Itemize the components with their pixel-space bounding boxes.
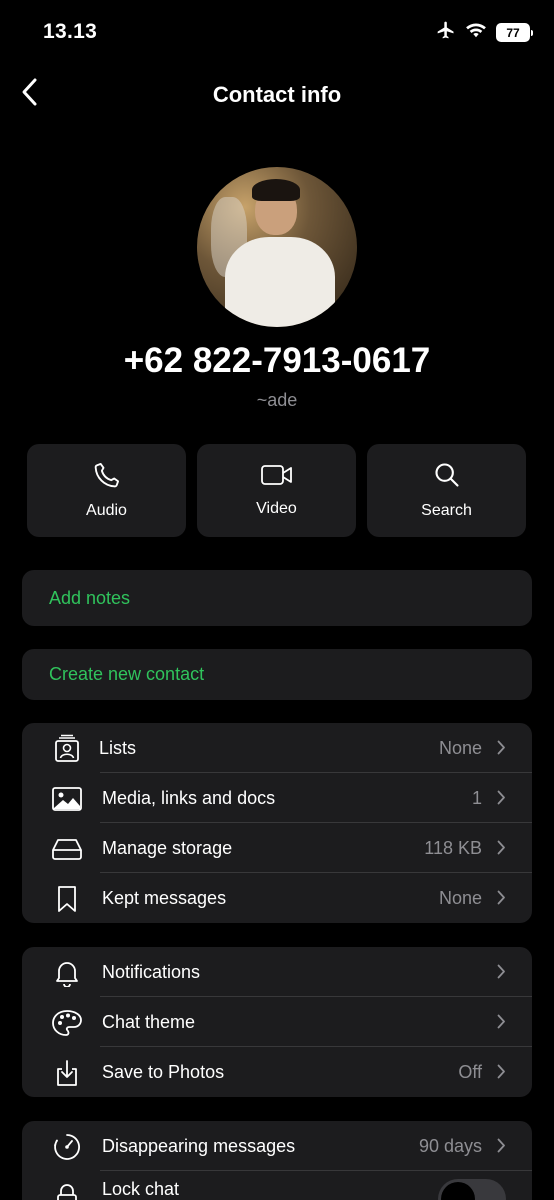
- disappearing-messages-label: Disappearing messages: [102, 1135, 296, 1156]
- media-value: 1: [471, 787, 482, 808]
- chat-theme-row[interactable]: Chat theme: [22, 997, 532, 1047]
- notifications-row[interactable]: Notifications: [22, 947, 532, 997]
- settings-group: Notifications Chat theme Save to Photos …: [22, 947, 532, 1097]
- battery-indicator: 77: [496, 23, 533, 42]
- storage-icon: [50, 835, 84, 863]
- video-call-button[interactable]: Video: [197, 444, 356, 537]
- chevron-right-icon: [497, 890, 506, 910]
- lists-value: None: [438, 737, 482, 758]
- status-bar: 13.13 77: [0, 0, 554, 64]
- status-icons: 77: [436, 20, 533, 45]
- chevron-right-icon: [497, 1014, 506, 1034]
- create-contact-card[interactable]: Create new contact: [22, 649, 532, 700]
- storage-value: 118 KB: [424, 837, 482, 858]
- search-icon: [433, 461, 461, 494]
- notifications-label: Notifications: [102, 961, 201, 982]
- chevron-right-icon: [497, 964, 506, 984]
- lock-icon: [50, 1183, 84, 1200]
- media-row[interactable]: Media, links and docs 1: [22, 773, 532, 823]
- airplane-icon: [436, 20, 456, 45]
- search-label: Search: [421, 502, 472, 519]
- kept-messages-row[interactable]: Kept messages None: [22, 873, 532, 923]
- video-icon: [260, 463, 294, 492]
- avatar[interactable]: [197, 167, 357, 327]
- lock-chat-toggle[interactable]: [438, 1179, 506, 1200]
- contact-phone: +62 822-7913-0617: [123, 341, 431, 380]
- status-time: 13.13: [43, 20, 98, 43]
- action-buttons: Audio Video Search: [27, 444, 526, 537]
- contact-username: ~ade: [256, 390, 298, 410]
- wifi-icon: [465, 21, 487, 44]
- palette-icon: [50, 1009, 84, 1037]
- lock-chat-row[interactable]: Lock chat: [22, 1171, 532, 1200]
- lists-row[interactable]: Lists None: [22, 723, 532, 773]
- storage-label: Manage storage: [102, 837, 233, 858]
- disappearing-messages-value: 90 days: [418, 1135, 482, 1156]
- chevron-right-icon: [497, 790, 506, 810]
- add-notes-card[interactable]: Add notes: [22, 570, 532, 626]
- video-label: Video: [256, 500, 297, 517]
- kept-messages-value: None: [438, 887, 482, 908]
- info-group: Lists None Media, links and docs 1 Manag…: [22, 723, 532, 923]
- page-title: Contact info: [212, 82, 342, 107]
- audio-label: Audio: [86, 502, 127, 519]
- save-to-photos-label: Save to Photos: [102, 1061, 225, 1082]
- disappearing-messages-row[interactable]: Disappearing messages 90 days: [22, 1121, 532, 1171]
- lists-label: Lists: [99, 737, 137, 758]
- phone-icon: [93, 461, 121, 494]
- audio-call-button[interactable]: Audio: [27, 444, 186, 537]
- bookmark-icon: [50, 885, 84, 913]
- chevron-right-icon: [497, 1064, 506, 1084]
- nav-bar: Contact info: [0, 70, 554, 118]
- storage-row[interactable]: Manage storage 118 KB: [22, 823, 532, 873]
- kept-messages-label: Kept messages: [102, 887, 227, 908]
- privacy-group: Disappearing messages 90 days Lock chat: [22, 1121, 532, 1200]
- chevron-right-icon: [497, 840, 506, 860]
- create-contact-button[interactable]: Create new contact: [22, 649, 532, 700]
- timer-icon: [50, 1133, 84, 1161]
- lock-chat-label: Lock chat: [102, 1179, 180, 1199]
- chat-theme-label: Chat theme: [102, 1011, 196, 1032]
- add-notes-button[interactable]: Add notes: [22, 570, 532, 626]
- lists-icon: [50, 734, 84, 763]
- save-icon: [50, 1059, 84, 1087]
- search-button[interactable]: Search: [367, 444, 526, 537]
- save-to-photos-row[interactable]: Save to Photos Off: [22, 1047, 532, 1097]
- media-icon: [50, 785, 84, 813]
- chevron-right-icon: [497, 1138, 506, 1158]
- save-to-photos-value: Off: [458, 1061, 482, 1082]
- bell-icon: [50, 959, 84, 987]
- chevron-right-icon: [497, 740, 506, 760]
- media-label: Media, links and docs: [102, 787, 276, 808]
